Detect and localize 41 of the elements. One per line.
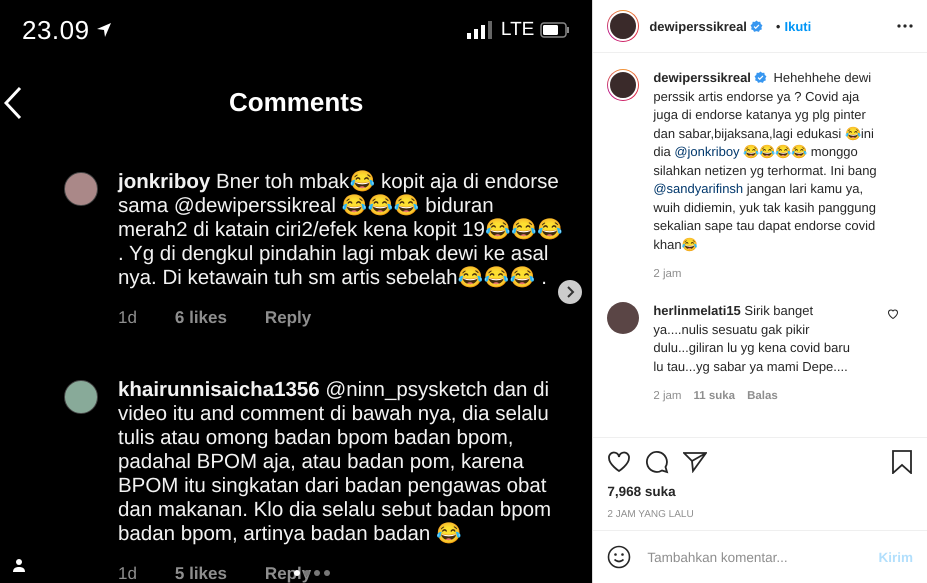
status-time: 23.09 (22, 14, 90, 46)
likes-count[interactable]: 5 likes (174, 564, 227, 583)
battery-icon (540, 22, 570, 38)
emoji-icon[interactable] (607, 545, 632, 569)
chevron-right-icon (565, 286, 575, 298)
location-arrow-icon (96, 22, 112, 38)
likes-count[interactable]: 7,968 suka (607, 484, 913, 499)
heart-icon[interactable] (887, 308, 900, 320)
comment-username[interactable]: jonkriboy (118, 170, 210, 193)
screen-title: Comments (229, 86, 364, 118)
post-caption: dewiperssikreal Hehehhehe dewi perssik artis endorse ya ? Covid aja juga di endorse katanya yg plg pinter dan sabar,bijaksana,lagi edukasi 😂ini dia @jonkriboy 😂😂😂😂 monggo silahkan netizen yg terhormat. Ini bang @sandyarifinsh jangan lari kamu ya, wuih didiemin, yuk tak kasih panggung sekalian sape tau dapat endorse covid khan😂 (653, 69, 878, 254)
comment-text: herlinmelati15 Sirik banget ya....nulis sesuatu gak pikir dulu...giliran lu yg kena covid baru lu tau...yg sabar ya mami Depe.... (653, 302, 851, 376)
send-icon[interactable] (683, 451, 708, 473)
avatar[interactable] (607, 302, 640, 334)
comment-icon[interactable] (645, 450, 670, 474)
comment-age: 1d (118, 564, 137, 583)
comment-username[interactable]: khairunnisaicha1356 (118, 378, 320, 401)
more-options-icon[interactable] (897, 24, 913, 28)
caption-age: 2 jam (653, 268, 682, 280)
heart-icon[interactable] (607, 451, 632, 473)
signal-bars-icon (466, 21, 493, 39)
reply-link[interactable]: Reply (264, 308, 312, 328)
comment-text: jonkriboy Bner toh mbak😂 kopit aja di endorse sama @dewiperssikreal 😂😂😂 biduran merah2 di katain ciri2/efek kena kopit 19😂😂😂 . Yg di dengkul pindahin lagi mbak dewi ke asal nya. Di ketawain tuh sm artis sebelah😂😂😂 . (118, 170, 564, 290)
avatar[interactable] (64, 380, 98, 414)
likes-count[interactable]: 11 suka (693, 390, 736, 402)
post-username[interactable]: dewiperssikreal (649, 18, 747, 34)
comment-text: khairunnisaicha1356 @ninn_psysketch dan di video itu and comment di bawah nya, dia selalu tulis atau omong badan bpom badan bpom, padahal BPOM aja, atau badan pom, karena BPOM itu singkatan dari badan pengawas obat dan makanan. Klo dia selalu sebut badan bpom badan bpom, artinya badan badan 😂 (118, 378, 552, 546)
avatar[interactable] (64, 172, 98, 206)
comment-age: 1d (118, 308, 137, 328)
network-type: LTE (500, 19, 534, 41)
reply-link[interactable]: Balas (747, 390, 778, 402)
person-icon[interactable] (12, 558, 26, 572)
mention-link[interactable]: @sandyarifinsh (653, 181, 744, 196)
bookmark-icon[interactable] (891, 450, 913, 474)
separator-dot: • (776, 18, 780, 34)
likes-count[interactable]: 6 likes (174, 308, 227, 328)
post-time: 2 JAM YANG LALU (607, 509, 695, 520)
back-icon[interactable] (4, 86, 22, 120)
mention-link[interactable]: @jonkriboy (674, 144, 740, 159)
next-button[interactable] (558, 280, 582, 304)
comment-age: 2 jam (653, 390, 682, 402)
